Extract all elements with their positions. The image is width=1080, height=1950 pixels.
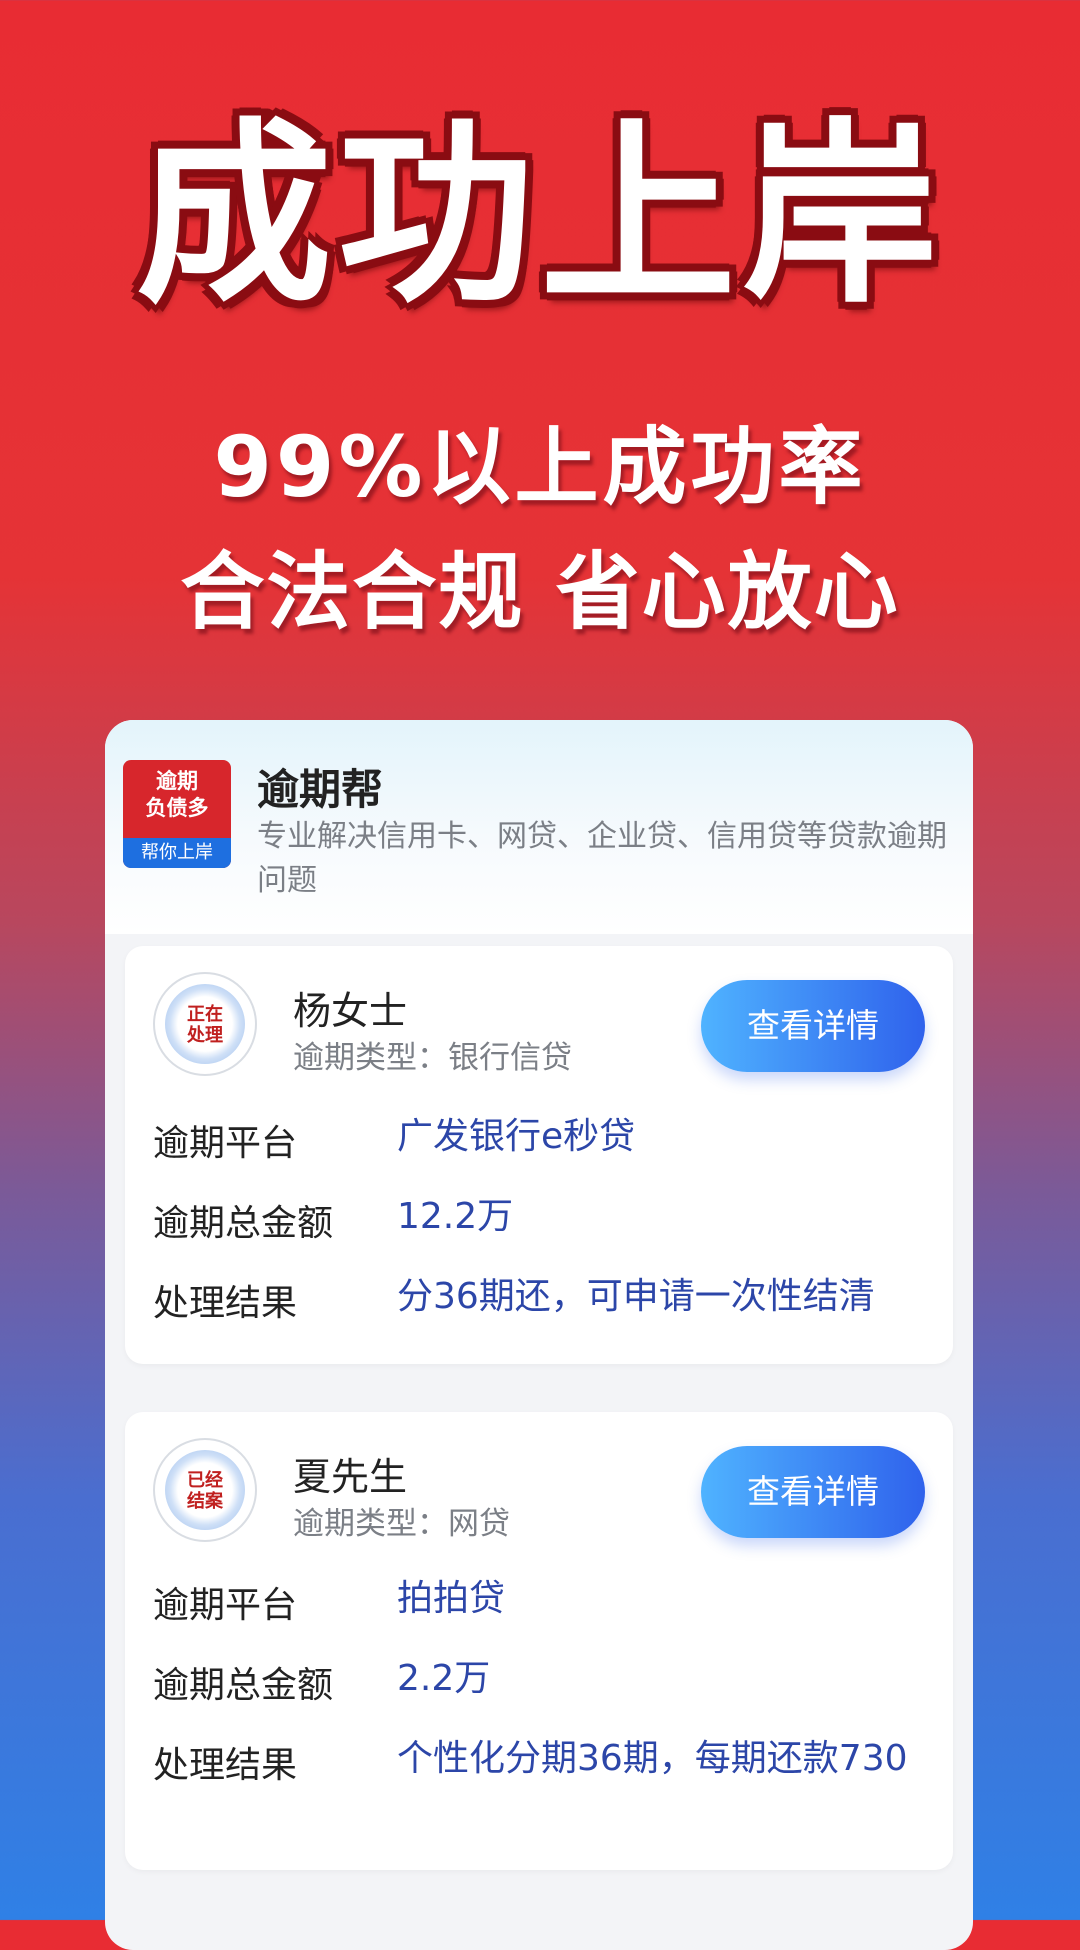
logo-top-text: 逾期 负债多: [145, 769, 209, 820]
client-name: 夏先生: [293, 1455, 408, 1499]
app-name: 逾期帮: [257, 765, 384, 814]
platform-label: 逾期平台: [153, 1123, 298, 1164]
app-description: 专业解决信用卡、网贷、企业贷、信用贷等贷款逾期问题: [257, 819, 947, 898]
overdue-type: 逾期类型：网贷: [293, 1506, 510, 1542]
seal-inner: 正在 处理: [165, 984, 245, 1064]
logo-bottom-text: 帮你上岸: [123, 838, 231, 868]
amount-value: 2.2万: [397, 1658, 491, 1699]
client-name: 杨女士: [293, 989, 408, 1033]
processing-seal-icon: 正在 处理: [153, 972, 257, 1076]
closed-seal-icon: 已经 结案: [153, 1438, 257, 1542]
result-value: 个性化分期36期，每期还款730: [397, 1738, 908, 1779]
case-panel: 逾期 负债多 帮你上岸 逾期帮 专业解决信用卡、网贷、企业贷、信用贷等贷款逾期问…: [105, 720, 973, 1950]
case-card: 正在 处理 杨女士 逾期类型：银行信贷 查看详情 逾期平台 广发银行e秒贷 逾期…: [125, 946, 953, 1364]
overdue-type: 逾期类型：银行信贷: [293, 1040, 572, 1076]
app-header: 逾期 负债多 帮你上岸 逾期帮 专业解决信用卡、网贷、企业贷、信用贷等贷款逾期问…: [105, 720, 973, 934]
amount-value: 12.2万: [397, 1196, 514, 1237]
seal-inner: 已经 结案: [165, 1450, 245, 1530]
view-details-button[interactable]: 查看详情: [701, 980, 925, 1072]
seal-text: 正在 处理: [187, 1004, 223, 1046]
result-label: 处理结果: [153, 1283, 298, 1324]
result-value: 分36期还，可申请一次性结清: [397, 1276, 875, 1317]
amount-label: 逾期总金额: [153, 1665, 334, 1706]
case-card: 已经 结案 夏先生 逾期类型：网贷 查看详情 逾期平台 拍拍贷 逾期总金额 2.…: [125, 1412, 953, 1870]
platform-value: 拍拍贷: [397, 1578, 506, 1619]
seal-text: 已经 结案: [187, 1470, 223, 1512]
result-label: 处理结果: [153, 1745, 298, 1786]
platform-value: 广发银行e秒贷: [397, 1116, 636, 1157]
compliance-slogan: 合法合规 省心放心: [180, 543, 900, 641]
success-rate-slogan: 99%以上成功率: [213, 418, 867, 516]
platform-label: 逾期平台: [153, 1585, 298, 1626]
amount-label: 逾期总金额: [153, 1203, 334, 1244]
hero-title: 成功上岸: [135, 102, 944, 330]
app-logo: 逾期 负债多 帮你上岸: [123, 760, 231, 868]
view-details-button[interactable]: 查看详情: [701, 1446, 925, 1538]
